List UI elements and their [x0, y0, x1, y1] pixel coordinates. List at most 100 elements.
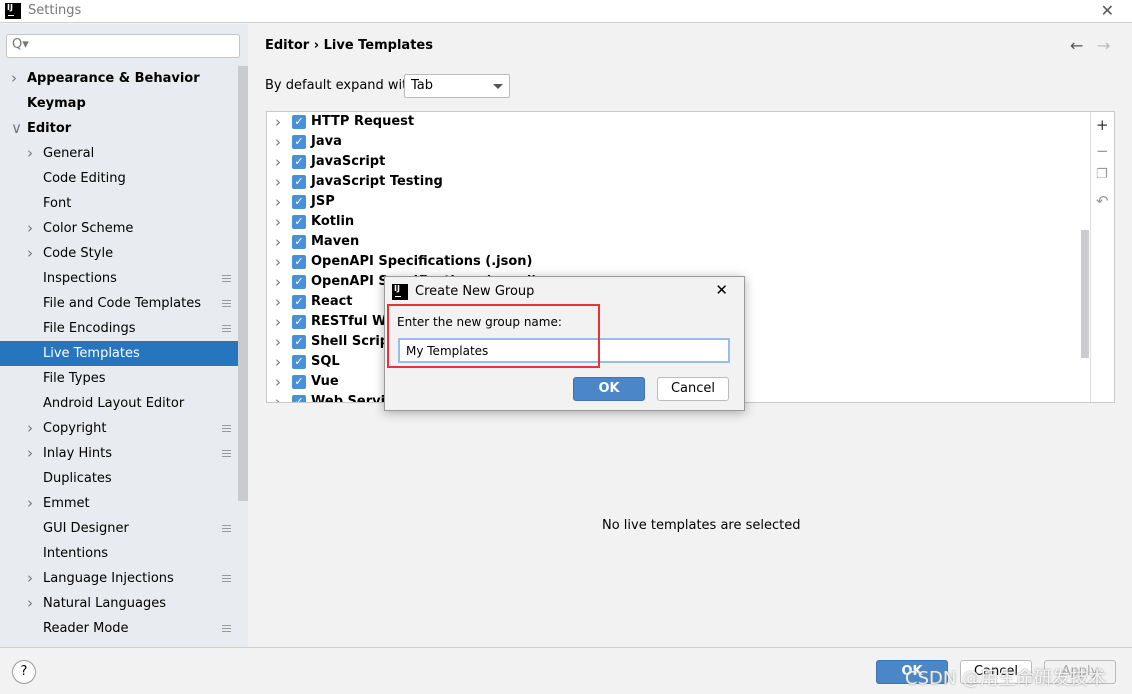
sidebar-item[interactable]: Intentions	[0, 541, 238, 566]
group-checkbox[interactable]: ✓	[292, 395, 306, 402]
chevron-right-icon[interactable]: ›	[275, 372, 281, 392]
group-checkbox[interactable]: ✓	[292, 375, 306, 389]
group-checkbox[interactable]: ✓	[292, 295, 306, 309]
title-bar: IJ Settings ✕	[0, 0, 1132, 23]
sidebar-item[interactable]: › General	[0, 141, 238, 166]
group-label: JavaScript	[311, 154, 386, 169]
group-label: SQL	[311, 354, 340, 369]
sidebar-scrollbar[interactable]	[238, 66, 248, 501]
sidebar-item-label: Keymap	[27, 96, 86, 111]
group-checkbox[interactable]: ✓	[292, 195, 306, 209]
group-label: OpenAPI Specifications (.json)	[311, 254, 533, 269]
sidebar-item[interactable]: › Appearance & Behavior	[0, 66, 238, 91]
sidebar-item[interactable]: Reader Mode	[0, 616, 238, 641]
sidebar-item[interactable]: Font	[0, 191, 238, 216]
chevron-right-icon[interactable]: ›	[275, 352, 281, 372]
tree-scrollbar[interactable]	[1081, 230, 1089, 358]
sidebar-item-label: Intentions	[43, 546, 109, 561]
group-checkbox[interactable]: ✓	[292, 315, 306, 329]
group-checkbox[interactable]: ✓	[292, 115, 306, 129]
sidebar-item[interactable]: GUI Designer	[0, 516, 238, 541]
chevron-right-icon[interactable]: ›	[275, 292, 281, 312]
settings-search-input[interactable]: Q▾	[6, 34, 240, 58]
group-checkbox[interactable]: ✓	[292, 135, 306, 149]
chevron-right-icon[interactable]: ›	[11, 66, 17, 91]
sidebar-item[interactable]: › Copyright	[0, 416, 238, 441]
group-checkbox[interactable]: ✓	[292, 235, 306, 249]
group-checkbox[interactable]: ✓	[292, 335, 306, 349]
group-checkbox[interactable]: ✓	[292, 275, 306, 289]
dialog-cancel-button[interactable]: Cancel	[657, 377, 729, 401]
sidebar-item-label: Emmet	[43, 496, 90, 511]
chevron-right-icon[interactable]: ›	[275, 272, 281, 292]
sidebar-item[interactable]: Code Editing	[0, 166, 238, 191]
sidebar-item[interactable]: › Color Scheme	[0, 216, 238, 241]
close-window-button[interactable]: ✕	[1101, 1, 1114, 20]
chevron-down-icon[interactable]: ∨	[11, 116, 22, 141]
chevron-right-icon[interactable]: ›	[27, 241, 33, 266]
sidebar-item[interactable]: › Natural Languages	[0, 591, 238, 616]
chevron-right-icon[interactable]: ›	[27, 491, 33, 516]
group-label: Vue	[311, 374, 339, 389]
dialog-ok-button[interactable]: OK	[573, 377, 645, 401]
sidebar-item-label: File Types	[43, 371, 106, 386]
chevron-right-icon[interactable]: ›	[27, 566, 33, 591]
sidebar-item[interactable]: Keymap	[0, 91, 238, 116]
sidebar-item[interactable]: › Inlay Hints	[0, 441, 238, 466]
sidebar-item[interactable]: Inspections	[0, 266, 238, 291]
sidebar-item-label: GUI Designer	[43, 521, 129, 536]
sidebar-item[interactable]: File Encodings	[0, 316, 238, 341]
sidebar-item[interactable]: Live Templates	[0, 341, 248, 366]
copy-icon[interactable]: ❐	[1096, 167, 1108, 182]
expand-with-select[interactable]: Tab	[404, 74, 510, 98]
forward-arrow-icon[interactable]: →	[1097, 36, 1110, 55]
project-scope-icon	[222, 625, 231, 632]
chevron-right-icon[interactable]: ›	[275, 112, 281, 132]
chevron-right-icon[interactable]: ›	[27, 441, 33, 466]
sidebar-item[interactable]: File Types	[0, 366, 238, 391]
chevron-right-icon[interactable]: ›	[275, 232, 281, 252]
close-icon[interactable]: ✕	[715, 281, 728, 299]
chevron-right-icon[interactable]: ›	[275, 172, 281, 192]
project-scope-icon	[222, 450, 231, 457]
remove-icon[interactable]: −	[1096, 142, 1109, 160]
sidebar-item[interactable]: › Language Injections	[0, 566, 238, 591]
group-checkbox[interactable]: ✓	[292, 155, 306, 169]
group-checkbox[interactable]: ✓	[292, 255, 306, 269]
sidebar-item-label: File Encodings	[43, 321, 136, 336]
chevron-right-icon[interactable]: ›	[275, 312, 281, 332]
sidebar-item-label: Copyright	[43, 421, 107, 436]
chevron-right-icon[interactable]: ›	[275, 252, 281, 272]
group-checkbox[interactable]: ✓	[292, 175, 306, 189]
group-checkbox[interactable]: ✓	[292, 355, 306, 369]
chevron-right-icon[interactable]: ›	[275, 212, 281, 232]
revert-icon[interactable]: ↶	[1096, 192, 1109, 210]
chevron-right-icon[interactable]: ›	[275, 392, 281, 402]
sidebar-item[interactable]: File and Code Templates	[0, 291, 238, 316]
sidebar-item[interactable]: Duplicates	[0, 466, 238, 491]
help-button[interactable]: ?	[12, 660, 36, 684]
chevron-right-icon[interactable]: ›	[275, 132, 281, 152]
add-icon[interactable]: +	[1096, 116, 1109, 134]
chevron-right-icon[interactable]: ›	[27, 216, 33, 241]
sidebar-item[interactable]: › Emmet	[0, 491, 238, 516]
chevron-right-icon[interactable]: ›	[275, 192, 281, 212]
chevron-right-icon[interactable]: ›	[275, 332, 281, 352]
back-arrow-icon[interactable]: ←	[1070, 36, 1083, 55]
group-checkbox[interactable]: ✓	[292, 215, 306, 229]
watermark: CSDN @用生命研发技术	[905, 668, 1107, 689]
project-scope-icon	[222, 575, 231, 582]
sidebar-item-label: Code Style	[43, 246, 114, 261]
dialog-title: Create New Group	[415, 284, 535, 299]
sidebar-item-label: Android Layout Editor	[43, 396, 185, 411]
sidebar-item[interactable]: › Code Style	[0, 241, 238, 266]
sidebar-item[interactable]: ∨ Editor	[0, 116, 238, 141]
chevron-right-icon[interactable]: ›	[275, 152, 281, 172]
project-scope-icon	[222, 425, 231, 432]
project-scope-icon	[222, 275, 231, 282]
sidebar-item[interactable]: Android Layout Editor	[0, 391, 238, 416]
chevron-right-icon[interactable]: ›	[27, 416, 33, 441]
group-label: Kotlin	[311, 214, 355, 229]
chevron-right-icon[interactable]: ›	[27, 141, 33, 166]
chevron-right-icon[interactable]: ›	[27, 591, 33, 616]
